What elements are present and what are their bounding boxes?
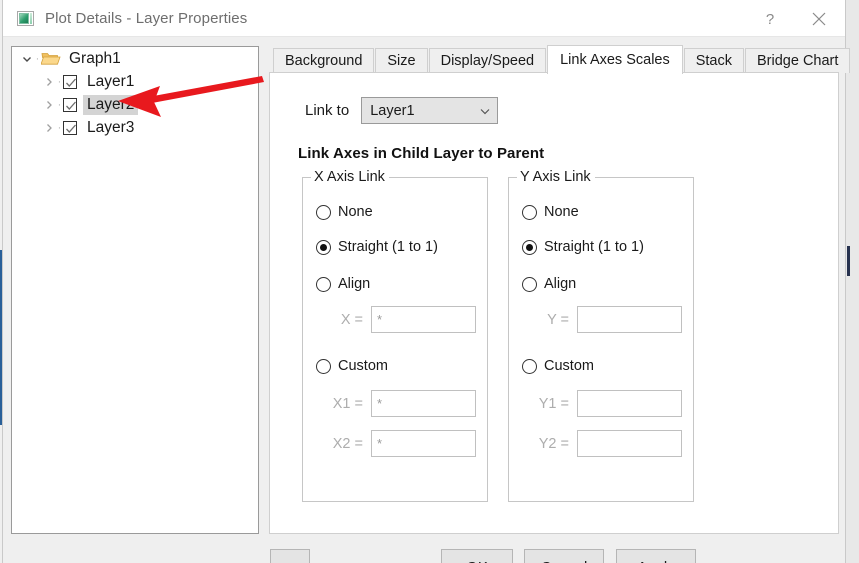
- x-align-field-row: X = *: [319, 306, 476, 333]
- screen: Plot Details - Layer Properties ? · Grap…: [0, 0, 859, 563]
- tree-item-layer3[interactable]: · Layer3: [12, 116, 258, 139]
- tree-item-layer2[interactable]: · Layer2: [12, 93, 258, 116]
- x-axis-link-group: X Axis Link None Straight (1 to 1) Align: [302, 169, 488, 502]
- tree-item-label: Layer2: [83, 94, 139, 115]
- y-axis-link-group-title: Y Axis Link: [517, 169, 595, 185]
- x2-field-row: X2 = *: [319, 430, 476, 457]
- radio-icon: [522, 204, 537, 220]
- tree-item-graph1[interactable]: · Graph1: [12, 47, 258, 70]
- window-title: Plot Details - Layer Properties: [45, 9, 248, 27]
- y-link-straight-label: Straight (1 to 1): [544, 239, 644, 255]
- radio-icon-selected: [316, 239, 331, 255]
- x-align-input[interactable]: *: [371, 306, 476, 333]
- x-link-custom-label: Custom: [338, 358, 388, 374]
- y-link-none-radio[interactable]: None: [522, 204, 579, 220]
- y-align-field-label: Y =: [547, 311, 569, 328]
- plot-details-dialog: Plot Details - Layer Properties ? · Grap…: [2, 0, 851, 563]
- y-link-align-radio[interactable]: Align: [522, 276, 576, 292]
- link-to-dropdown[interactable]: Layer1: [361, 97, 499, 124]
- cancel-button[interactable]: Cancel: [524, 549, 604, 563]
- apply-button[interactable]: Apply: [616, 549, 696, 563]
- tab-display-speed[interactable]: Display/Speed: [428, 48, 547, 73]
- layer-visibility-checkbox[interactable]: [63, 120, 77, 135]
- x-link-none-radio[interactable]: None: [316, 204, 373, 220]
- x1-field-row: X1 = *: [319, 390, 476, 417]
- tab-size[interactable]: Size: [375, 48, 428, 73]
- x-link-straight-radio[interactable]: Straight (1 to 1): [316, 239, 438, 255]
- y-link-custom-label: Custom: [544, 358, 594, 374]
- radio-icon: [522, 358, 537, 374]
- y-align-field-row: Y =: [525, 306, 682, 333]
- tab-stack[interactable]: Stack: [683, 48, 744, 73]
- tree-item-label: Layer1: [87, 72, 135, 90]
- x-axis-link-group-title: X Axis Link: [311, 169, 389, 185]
- properties-panel: Background Size Display/Speed Link Axes …: [269, 45, 851, 534]
- ok-button[interactable]: OK: [441, 549, 513, 563]
- x1-field-label: X1 =: [332, 395, 363, 412]
- x1-input[interactable]: *: [371, 390, 476, 417]
- y2-input[interactable]: [577, 430, 682, 457]
- x-align-field-label: X =: [340, 311, 363, 328]
- help-icon[interactable]: ?: [747, 0, 793, 37]
- y2-field-label: Y2 =: [538, 435, 569, 452]
- chevron-down-icon[interactable]: [20, 52, 34, 66]
- tree-dotted-connector: ·: [57, 75, 62, 88]
- y2-field-row: Y2 =: [525, 430, 682, 457]
- tree-dotted-connector: ·: [57, 121, 62, 134]
- y1-input[interactable]: [577, 390, 682, 417]
- link-to-label: Link to: [305, 102, 350, 119]
- x-link-none-label: None: [338, 204, 373, 220]
- open-folder-icon: [40, 51, 61, 66]
- section-title: Link Axes in Child Layer to Parent: [298, 145, 545, 162]
- layer-visibility-checkbox[interactable]: [63, 97, 77, 112]
- svg-text:?: ?: [766, 11, 774, 27]
- y-link-custom-radio[interactable]: Custom: [522, 358, 594, 374]
- link-to-row: Link to Layer1: [305, 97, 499, 124]
- y-link-align-label: Align: [544, 276, 577, 292]
- x2-field-label: X2 =: [332, 435, 363, 452]
- tree-item-label: Graph1: [69, 49, 121, 67]
- y1-field-row: Y1 =: [525, 390, 682, 417]
- title-bar-buttons: ?: [747, 0, 845, 37]
- tree-item-layer1[interactable]: · Layer1: [12, 70, 258, 93]
- radio-icon-selected: [522, 239, 537, 255]
- y-axis-link-group: Y Axis Link None Straight (1 to 1) Align: [508, 169, 694, 502]
- link-axes-scales-page: Link to Layer1 Link Axes in Child Layer …: [269, 72, 839, 534]
- radio-icon: [316, 204, 331, 220]
- x-link-align-label: Align: [338, 276, 371, 292]
- layer-tree[interactable]: · Graph1 · Layer1 · Layer2 · Layer3: [11, 46, 259, 534]
- x-link-straight-label: Straight (1 to 1): [338, 239, 438, 255]
- tab-strip: Background Size Display/Speed Link Axes …: [269, 45, 851, 74]
- tree-dotted-connector: ·: [35, 52, 40, 65]
- x-link-custom-radio[interactable]: Custom: [316, 358, 388, 374]
- close-icon[interactable]: [793, 0, 845, 37]
- layer-visibility-checkbox[interactable]: [63, 74, 77, 89]
- tree-dotted-connector: ·: [57, 98, 62, 111]
- tab-bridge-chart[interactable]: Bridge Chart: [745, 48, 851, 73]
- tree-item-label: Layer3: [87, 118, 135, 136]
- y-align-input[interactable]: [577, 306, 682, 333]
- x2-input[interactable]: *: [371, 430, 476, 457]
- radio-icon: [316, 276, 331, 292]
- expand-button[interactable]: >>: [270, 549, 310, 563]
- background-window-right-edge: [845, 0, 859, 563]
- radio-icon: [316, 358, 331, 374]
- tab-background[interactable]: Background: [273, 48, 375, 73]
- dialog-body: · Graph1 · Layer1 · Layer2 · Layer3 Back…: [3, 37, 851, 563]
- chevron-right-icon[interactable]: [42, 121, 56, 135]
- x-link-align-radio[interactable]: Align: [316, 276, 370, 292]
- chevron-down-icon: [479, 105, 491, 117]
- y-link-none-label: None: [544, 204, 579, 220]
- y1-field-label: Y1 =: [538, 395, 569, 412]
- radio-icon: [522, 276, 537, 292]
- title-bar: Plot Details - Layer Properties ?: [3, 0, 845, 37]
- link-to-value: Layer1: [370, 102, 415, 119]
- tab-link-axes-scales[interactable]: Link Axes Scales: [547, 45, 683, 74]
- y-link-straight-radio[interactable]: Straight (1 to 1): [522, 239, 644, 255]
- chevron-right-icon[interactable]: [42, 75, 56, 89]
- plot-details-icon: [17, 10, 34, 26]
- background-window-right-marker: [847, 246, 850, 276]
- chevron-right-icon[interactable]: [42, 98, 56, 112]
